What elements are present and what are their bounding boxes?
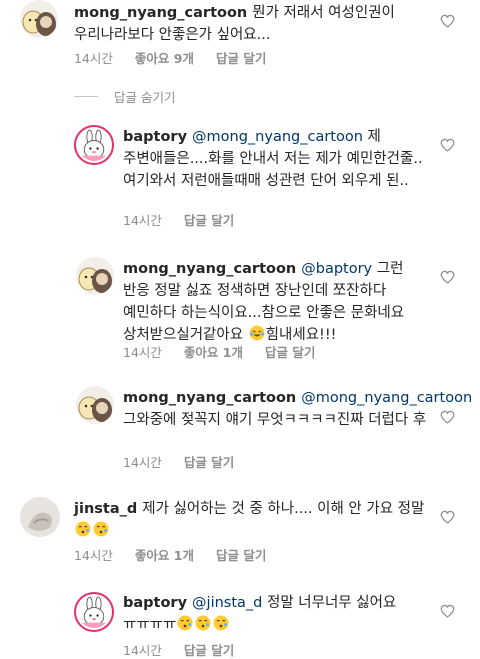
like-heart-icon[interactable] xyxy=(440,14,455,28)
reply-username[interactable]: mong_nyang_cartoon xyxy=(123,390,296,406)
reply-time: 14시간 xyxy=(123,643,162,658)
reply-time: 14시간 xyxy=(123,345,162,360)
reply-text: 그와중에 젖꼭지 얘기 무엇ㅋㅋㅋㅋ진짜 더럽다 후 xyxy=(123,412,427,428)
likes-count[interactable]: 좋아요 1개 xyxy=(135,548,194,563)
reply-username[interactable]: baptory xyxy=(123,129,187,145)
avatar-mong-nyang-cartoon[interactable] xyxy=(20,0,58,38)
reply-username[interactable]: baptory xyxy=(123,595,187,611)
reply-meta: 14시간 좋아요 1개 답글 달기 xyxy=(123,342,337,361)
hide-replies-label[interactable]: 답글 숨기기 xyxy=(114,87,175,106)
mention-link[interactable]: @jinsta_d xyxy=(192,595,262,611)
reply-time: 14시간 xyxy=(123,455,162,470)
comment-meta: 14시간 좋아요 9개 답글 달기 xyxy=(74,48,288,67)
kissing-face-emoji-icon xyxy=(195,615,211,631)
reply-meta: 14시간 답글 달기 xyxy=(123,210,256,229)
divider xyxy=(74,95,98,97)
reply-body: baptory @mong_nyang_cartoon 제 주변애들은....화를… xyxy=(123,126,429,192)
like-heart-icon[interactable] xyxy=(440,270,455,284)
comment-username[interactable]: jinsta_d xyxy=(74,501,137,517)
avatar-mong-nyang-cartoon[interactable] xyxy=(76,257,114,295)
like-heart-icon[interactable] xyxy=(440,604,455,618)
kissing-face-emoji-icon xyxy=(177,615,193,631)
reply-text-after: 힘내세요!!! xyxy=(265,327,337,343)
comment-time: 14시간 xyxy=(74,51,113,66)
comment-body: mong_nyang_cartoon 뭔가 저래서 여성인권이 우리나라보다 안좋… xyxy=(74,2,434,46)
comment-username[interactable]: mong_nyang_cartoon xyxy=(74,5,247,21)
reply-button[interactable]: 답글 달기 xyxy=(216,548,266,563)
like-heart-icon[interactable] xyxy=(440,510,455,524)
avatar-baptory[interactable] xyxy=(74,125,114,165)
likes-count[interactable]: 좋아요 9개 xyxy=(135,51,194,66)
reply-button[interactable]: 답글 달기 xyxy=(216,51,266,66)
reply-body: mong_nyang_cartoon @mong_nyang_cartoon 그와… xyxy=(123,387,472,431)
kissing-face-emoji-icon xyxy=(93,521,109,537)
avatar-jinsta-d[interactable] xyxy=(20,497,60,537)
reply-button[interactable]: 답글 달기 xyxy=(265,345,315,360)
reply-meta: 14시간 답글 달기 xyxy=(123,640,256,659)
reply-button[interactable]: 답글 달기 xyxy=(184,455,234,470)
mention-link[interactable]: @mong_nyang_cartoon xyxy=(301,390,472,406)
mention-link[interactable]: @mong_nyang_cartoon xyxy=(192,129,363,145)
like-heart-icon[interactable] xyxy=(440,410,455,424)
reply-meta: 14시간 답글 달기 xyxy=(123,452,256,471)
reply-time: 14시간 xyxy=(123,213,162,228)
comment-text: 제가 싫어하는 것 중 하나.... 이해 안 가요 정말 xyxy=(142,501,425,517)
kissing-face-emoji-icon xyxy=(75,521,91,537)
hide-replies-button[interactable]: 답글 숨기기 xyxy=(74,86,175,106)
kissing-face-emoji-icon xyxy=(213,615,229,631)
reply-button[interactable]: 답글 달기 xyxy=(184,643,234,658)
comment-meta: 14시간 좋아요 1개 답글 달기 xyxy=(74,545,288,564)
avatar-mong-nyang-cartoon[interactable] xyxy=(76,386,114,424)
reply-username[interactable]: mong_nyang_cartoon xyxy=(123,261,296,277)
comment-body: jinsta_d 제가 싫어하는 것 중 하나.... 이해 안 가요 정말 xyxy=(74,498,434,542)
avatar-baptory[interactable] xyxy=(74,592,114,632)
mention-link[interactable]: @baptory xyxy=(301,261,372,277)
reply-button[interactable]: 답글 달기 xyxy=(184,213,234,228)
reply-body: baptory @jinsta_d 정말 너무너무 싫어요 ㅠㅠㅠㅠ xyxy=(123,592,429,636)
likes-count[interactable]: 좋아요 1개 xyxy=(184,345,243,360)
laughing-tears-emoji-icon xyxy=(249,325,265,341)
comment-time: 14시간 xyxy=(74,548,113,563)
reply-body: mong_nyang_cartoon @baptory 그런 반응 정말 싫죠 정… xyxy=(123,258,429,346)
like-heart-icon[interactable] xyxy=(440,138,455,152)
